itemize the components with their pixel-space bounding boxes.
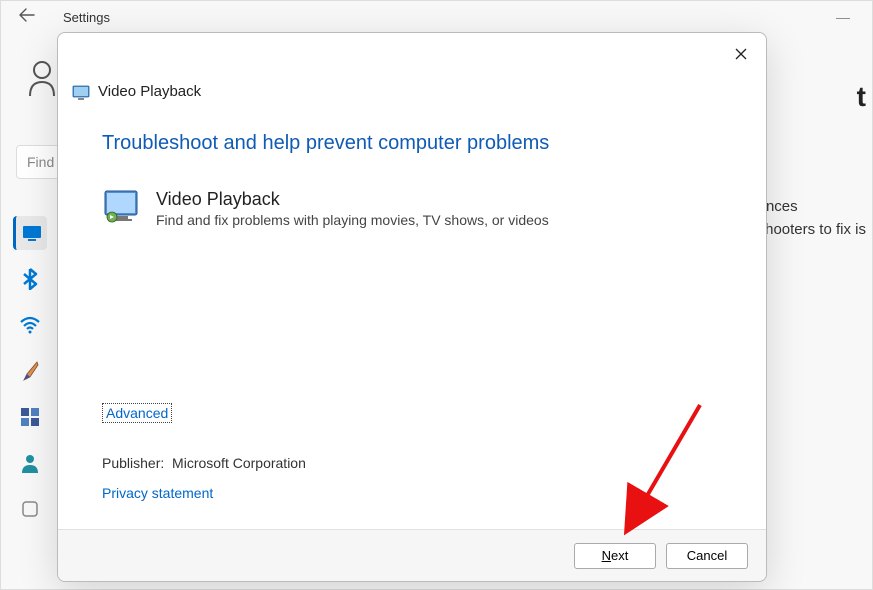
settings-title: Settings [63, 10, 110, 25]
publisher-value: Microsoft Corporation [172, 455, 306, 471]
next-button[interactable]: Next [574, 543, 656, 569]
advanced-link[interactable]: Advanced [102, 403, 172, 423]
wifi-icon [19, 316, 41, 334]
back-button[interactable] [11, 4, 43, 31]
person-icon [20, 453, 40, 473]
dialog-content: Troubleshoot and help prevent computer p… [58, 100, 766, 529]
display-icon [22, 225, 42, 241]
sidebar-item-personalization[interactable] [13, 354, 47, 388]
item-title: Video Playback [156, 189, 549, 210]
privacy-statement-link[interactable]: Privacy statement [102, 485, 213, 501]
dialog-window-title: Video Playback [98, 83, 201, 100]
item-description: Find and fix problems with playing movie… [156, 212, 549, 228]
search-input[interactable]: Find [16, 145, 61, 179]
sidebar-item-apps[interactable] [13, 400, 47, 434]
bg-text-fragment: ences shooters to fix is [758, 196, 866, 241]
wizard-heading: Troubleshoot and help prevent computer p… [102, 132, 722, 155]
search-placeholder: Find [27, 154, 54, 170]
troubleshooter-dialog: Video Playback Troubleshoot and help pre… [57, 32, 767, 582]
close-icon [735, 48, 747, 60]
dialog-header [58, 33, 766, 75]
settings-titlebar: Settings — [1, 1, 872, 33]
bluetooth-icon [21, 268, 39, 290]
bg-heading-fragment: t [857, 81, 866, 113]
sidebar-item-bluetooth[interactable] [13, 262, 47, 296]
video-playback-icon [102, 189, 142, 225]
sidebar-item-accounts[interactable] [13, 446, 47, 480]
sidebar-item-system[interactable] [13, 216, 47, 250]
monitor-icon [72, 85, 90, 99]
publisher-row: Publisher: Microsoft Corporation [102, 455, 306, 471]
brush-icon [20, 360, 40, 382]
dialog-title-row: Video Playback [58, 83, 766, 100]
close-button[interactable] [726, 39, 756, 69]
apps-icon [20, 407, 40, 427]
dialog-footer: Next Cancel [58, 529, 766, 581]
sidebar-item-more[interactable] [13, 492, 47, 526]
more-icon [21, 500, 39, 518]
minimize-button[interactable]: — [824, 5, 862, 29]
sidebar-item-network[interactable] [13, 308, 47, 342]
publisher-label: Publisher: [102, 455, 164, 471]
cancel-button[interactable]: Cancel [666, 543, 748, 569]
settings-sidebar [13, 216, 47, 526]
troubleshooter-item: Video Playback Find and fix problems wit… [102, 189, 722, 228]
